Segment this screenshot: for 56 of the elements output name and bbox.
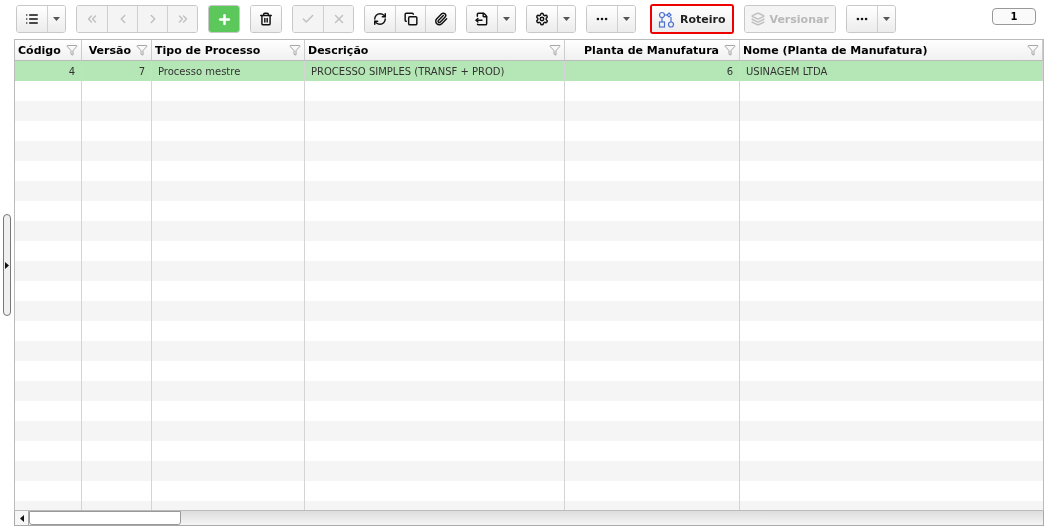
attach-button[interactable] <box>425 6 455 32</box>
check-icon <box>301 12 315 26</box>
layers-icon <box>750 12 765 26</box>
delete-button[interactable] <box>251 6 281 32</box>
caret-icon <box>53 17 60 21</box>
side-panel-handle[interactable] <box>3 214 11 316</box>
filter-icon[interactable] <box>136 44 148 56</box>
filter-icon[interactable] <box>1027 44 1039 56</box>
copy-button[interactable] <box>395 6 425 32</box>
settings-icon <box>535 12 549 26</box>
dropdown-button[interactable] <box>497 6 515 32</box>
trash-icon <box>259 12 273 26</box>
plus-icon <box>216 11 232 27</box>
table-cell: 4 <box>15 61 82 81</box>
add-button[interactable] <box>209 6 239 32</box>
filter-icon[interactable] <box>289 44 301 56</box>
table-cell: Processo mestre <box>152 61 305 81</box>
first-page-icon <box>85 12 99 26</box>
table-cell: PROCESSO SIMPLES (TRANSF + PROD) <box>305 61 565 81</box>
table-cell: USINAGEM LTDA <box>740 61 1043 81</box>
flowchart-icon <box>658 10 675 28</box>
table-cell: 6 <box>565 61 740 81</box>
dropdown-button[interactable] <box>47 6 65 32</box>
dropdown-button[interactable] <box>617 6 635 32</box>
left-arrow-icon <box>19 514 24 522</box>
column-header[interactable]: Código <box>15 40 82 61</box>
caret-icon <box>882 17 890 21</box>
refresh-icon <box>373 12 387 26</box>
dropdown-button[interactable] <box>557 6 575 32</box>
refresh-button[interactable] <box>365 6 395 32</box>
caret-icon <box>623 17 630 21</box>
copy-icon <box>403 12 418 26</box>
export-icon <box>475 12 489 26</box>
column-header[interactable]: Planta de Manufatura <box>565 40 740 61</box>
column-header[interactable]: Nome (Planta de Manufatura) <box>740 40 1043 61</box>
caret-icon <box>503 17 510 21</box>
export-button[interactable] <box>467 6 497 32</box>
settings-button[interactable] <box>527 6 557 32</box>
column-header[interactable]: Descrição <box>305 40 565 61</box>
column-header[interactable]: Versão <box>82 40 152 61</box>
page-number-badge: 1 <box>992 8 1036 25</box>
caret-icon <box>563 17 570 21</box>
scroll-left-button[interactable] <box>15 511 29 525</box>
paperclip-icon <box>433 12 448 26</box>
filter-icon[interactable] <box>724 44 736 56</box>
table-cell: 7 <box>82 61 152 81</box>
list-view-button[interactable] <box>17 6 47 32</box>
filter-icon[interactable] <box>66 44 78 56</box>
column-header[interactable]: Tipo de Processo <box>152 40 305 61</box>
table-row[interactable]: 4 7 Processo mestre PROCESSO SIMPLES (TRANSF + PROD) 6 USINAGEM LTDA <box>15 61 1043 81</box>
horizontal-scrollbar[interactable] <box>14 511 1044 526</box>
route-button[interactable]: Roteiro <box>652 6 732 32</box>
scroll-thumb[interactable] <box>29 511 181 525</box>
expand-arrow-icon <box>5 261 9 269</box>
filter-icon[interactable] <box>549 44 561 56</box>
list-icon <box>25 12 39 26</box>
